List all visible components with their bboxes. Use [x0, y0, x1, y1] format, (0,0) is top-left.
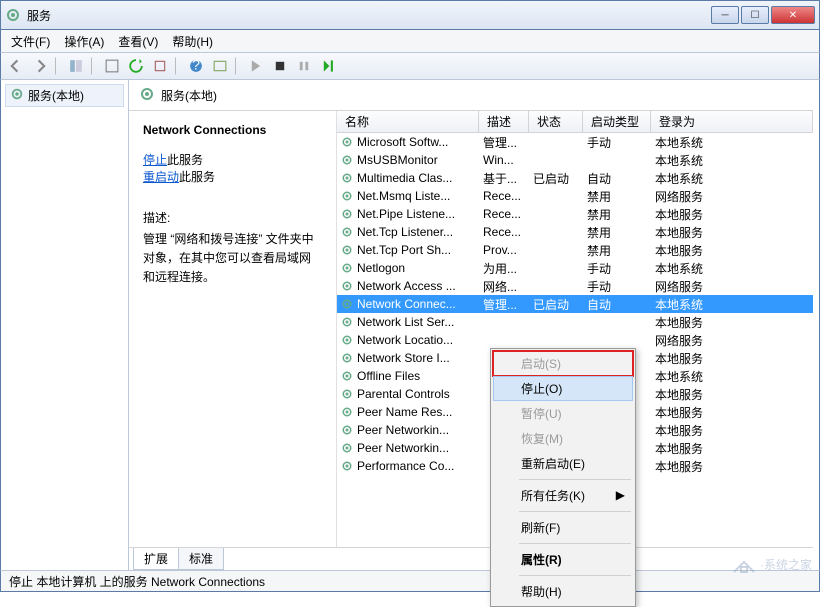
maximize-button[interactable]: ☐ — [741, 6, 769, 24]
tree-pane: 服务(本地) — [1, 80, 129, 570]
back-button[interactable] — [5, 55, 27, 77]
content-area: 服务(本地) 服务(本地) Network Connections 停止此服务 … — [0, 80, 820, 570]
ctx-refresh[interactable]: 刷新(F) — [493, 515, 633, 540]
table-row[interactable]: Netlogon为用...手动本地系统 — [337, 259, 813, 277]
menubar: 文件(F) 操作(A) 查看(V) 帮助(H) — [0, 30, 820, 52]
toolbar-separator — [235, 57, 241, 75]
export-button[interactable] — [149, 55, 171, 77]
ctx-properties[interactable]: 属性(R) — [493, 547, 633, 572]
table-row[interactable]: Multimedia Clas...基于...已启动自动本地系统 — [337, 169, 813, 187]
menu-action[interactable]: 操作(A) — [58, 31, 110, 52]
watermark: ·系统之家 — [732, 554, 812, 574]
restart-button[interactable] — [317, 55, 339, 77]
right-pane-header: 服务(本地) — [129, 80, 819, 110]
ctx-stop[interactable]: 停止(O) — [493, 376, 633, 401]
col-desc[interactable]: 描述 — [479, 111, 529, 132]
table-row[interactable]: Network Locatio...网络服务 — [337, 331, 813, 349]
minimize-button[interactable]: ─ — [711, 6, 739, 24]
selected-service-name: Network Connections — [143, 123, 322, 137]
context-menu: 启动(S) 停止(O) 暂停(U) 恢复(M) 重新启动(E) 所有任务(K)▶… — [490, 348, 636, 607]
refresh-button[interactable] — [125, 55, 147, 77]
col-start[interactable]: 启动类型 — [583, 111, 651, 132]
properties-button[interactable] — [101, 55, 123, 77]
titlebar: 服务 ─ ☐ ✕ — [0, 0, 820, 30]
gear-icon — [5, 7, 21, 23]
ctx-start[interactable]: 启动(S) — [493, 351, 633, 376]
menu-help[interactable]: 帮助(H) — [166, 31, 219, 52]
ctx-resume[interactable]: 恢复(M) — [493, 426, 633, 451]
toolbar-icon[interactable] — [209, 55, 231, 77]
tree-root-label: 服务(本地) — [28, 87, 84, 104]
table-row[interactable]: Network Connec...管理...已启动自动本地系统 — [337, 295, 813, 313]
help-button[interactable]: ? — [185, 55, 207, 77]
status-text: 停止 本地计算机 上的服务 Network Connections — [9, 573, 265, 590]
table-row[interactable]: MsUSBMonitorWin...本地系统 — [337, 151, 813, 169]
right-pane: 服务(本地) Network Connections 停止此服务 重启动此服务 … — [129, 80, 819, 570]
table-row[interactable]: Microsoft Softw...管理...手动本地系统 — [337, 133, 813, 151]
toolbar: ? — [0, 52, 820, 80]
show-hide-tree-button[interactable] — [65, 55, 87, 77]
right-pane-title: 服务(本地) — [161, 87, 217, 104]
forward-button[interactable] — [29, 55, 51, 77]
description-label: 描述: — [143, 209, 322, 226]
ctx-pause[interactable]: 暂停(U) — [493, 401, 633, 426]
window-title: 服务 — [27, 7, 711, 24]
ctx-help[interactable]: 帮助(H) — [493, 579, 633, 604]
status-bar: 停止 本地计算机 上的服务 Network Connections — [0, 570, 820, 592]
stop-service-link[interactable]: 停止 — [143, 153, 167, 167]
table-row[interactable]: Net.Tcp Port Sh...Prov...禁用本地服务 — [337, 241, 813, 259]
table-row[interactable]: Net.Tcp Listener...Rece...禁用本地服务 — [337, 223, 813, 241]
col-name[interactable]: 名称 — [337, 111, 479, 132]
table-row[interactable]: Network List Ser...本地服务 — [337, 313, 813, 331]
ctx-separator — [519, 543, 631, 544]
detail-pane: Network Connections 停止此服务 重启动此服务 描述: 管理 … — [129, 111, 337, 547]
list-header: 名称 描述 状态 启动类型 登录为 — [337, 111, 813, 133]
view-tabs: 扩展 标准 — [133, 548, 819, 570]
menu-view[interactable]: 查看(V) — [112, 31, 164, 52]
ctx-restart[interactable]: 重新启动(E) — [493, 451, 633, 476]
stop-service-line: 停止此服务 — [143, 151, 322, 168]
gear-icon — [139, 86, 155, 105]
ctx-alltasks[interactable]: 所有任务(K)▶ — [493, 483, 633, 508]
ctx-separator — [519, 575, 631, 576]
toolbar-separator — [55, 57, 61, 75]
toolbar-separator — [91, 57, 97, 75]
tab-standard[interactable]: 标准 — [178, 548, 224, 570]
tree-root-services[interactable]: 服务(本地) — [5, 84, 124, 107]
gear-icon — [10, 87, 24, 104]
close-button[interactable]: ✕ — [771, 6, 815, 24]
ctx-separator — [519, 479, 631, 480]
restart-service-link[interactable]: 重启动 — [143, 170, 179, 184]
tab-extended[interactable]: 扩展 — [133, 548, 179, 570]
play-button[interactable] — [245, 55, 267, 77]
description-text: 管理 “网络和拨号连接” 文件夹中对象，在其中您可以查看局域网和远程连接。 — [143, 230, 322, 288]
restart-service-line: 重启动此服务 — [143, 168, 322, 185]
window-buttons: ─ ☐ ✕ — [711, 6, 815, 24]
table-row[interactable]: Net.Msmq Liste...Rece...禁用网络服务 — [337, 187, 813, 205]
col-status[interactable]: 状态 — [529, 111, 583, 132]
menu-file[interactable]: 文件(F) — [5, 31, 56, 52]
pause-button[interactable] — [293, 55, 315, 77]
svg-text:?: ? — [192, 59, 200, 73]
stop-button[interactable] — [269, 55, 291, 77]
table-row[interactable]: Network Access ...网络...手动网络服务 — [337, 277, 813, 295]
table-row[interactable]: Net.Pipe Listene...Rece...禁用本地服务 — [337, 205, 813, 223]
col-logon[interactable]: 登录为 — [651, 111, 813, 132]
chevron-right-icon: ▶ — [616, 488, 625, 502]
toolbar-separator — [175, 57, 181, 75]
right-pane-body: Network Connections 停止此服务 重启动此服务 描述: 管理 … — [129, 110, 813, 548]
ctx-separator — [519, 511, 631, 512]
